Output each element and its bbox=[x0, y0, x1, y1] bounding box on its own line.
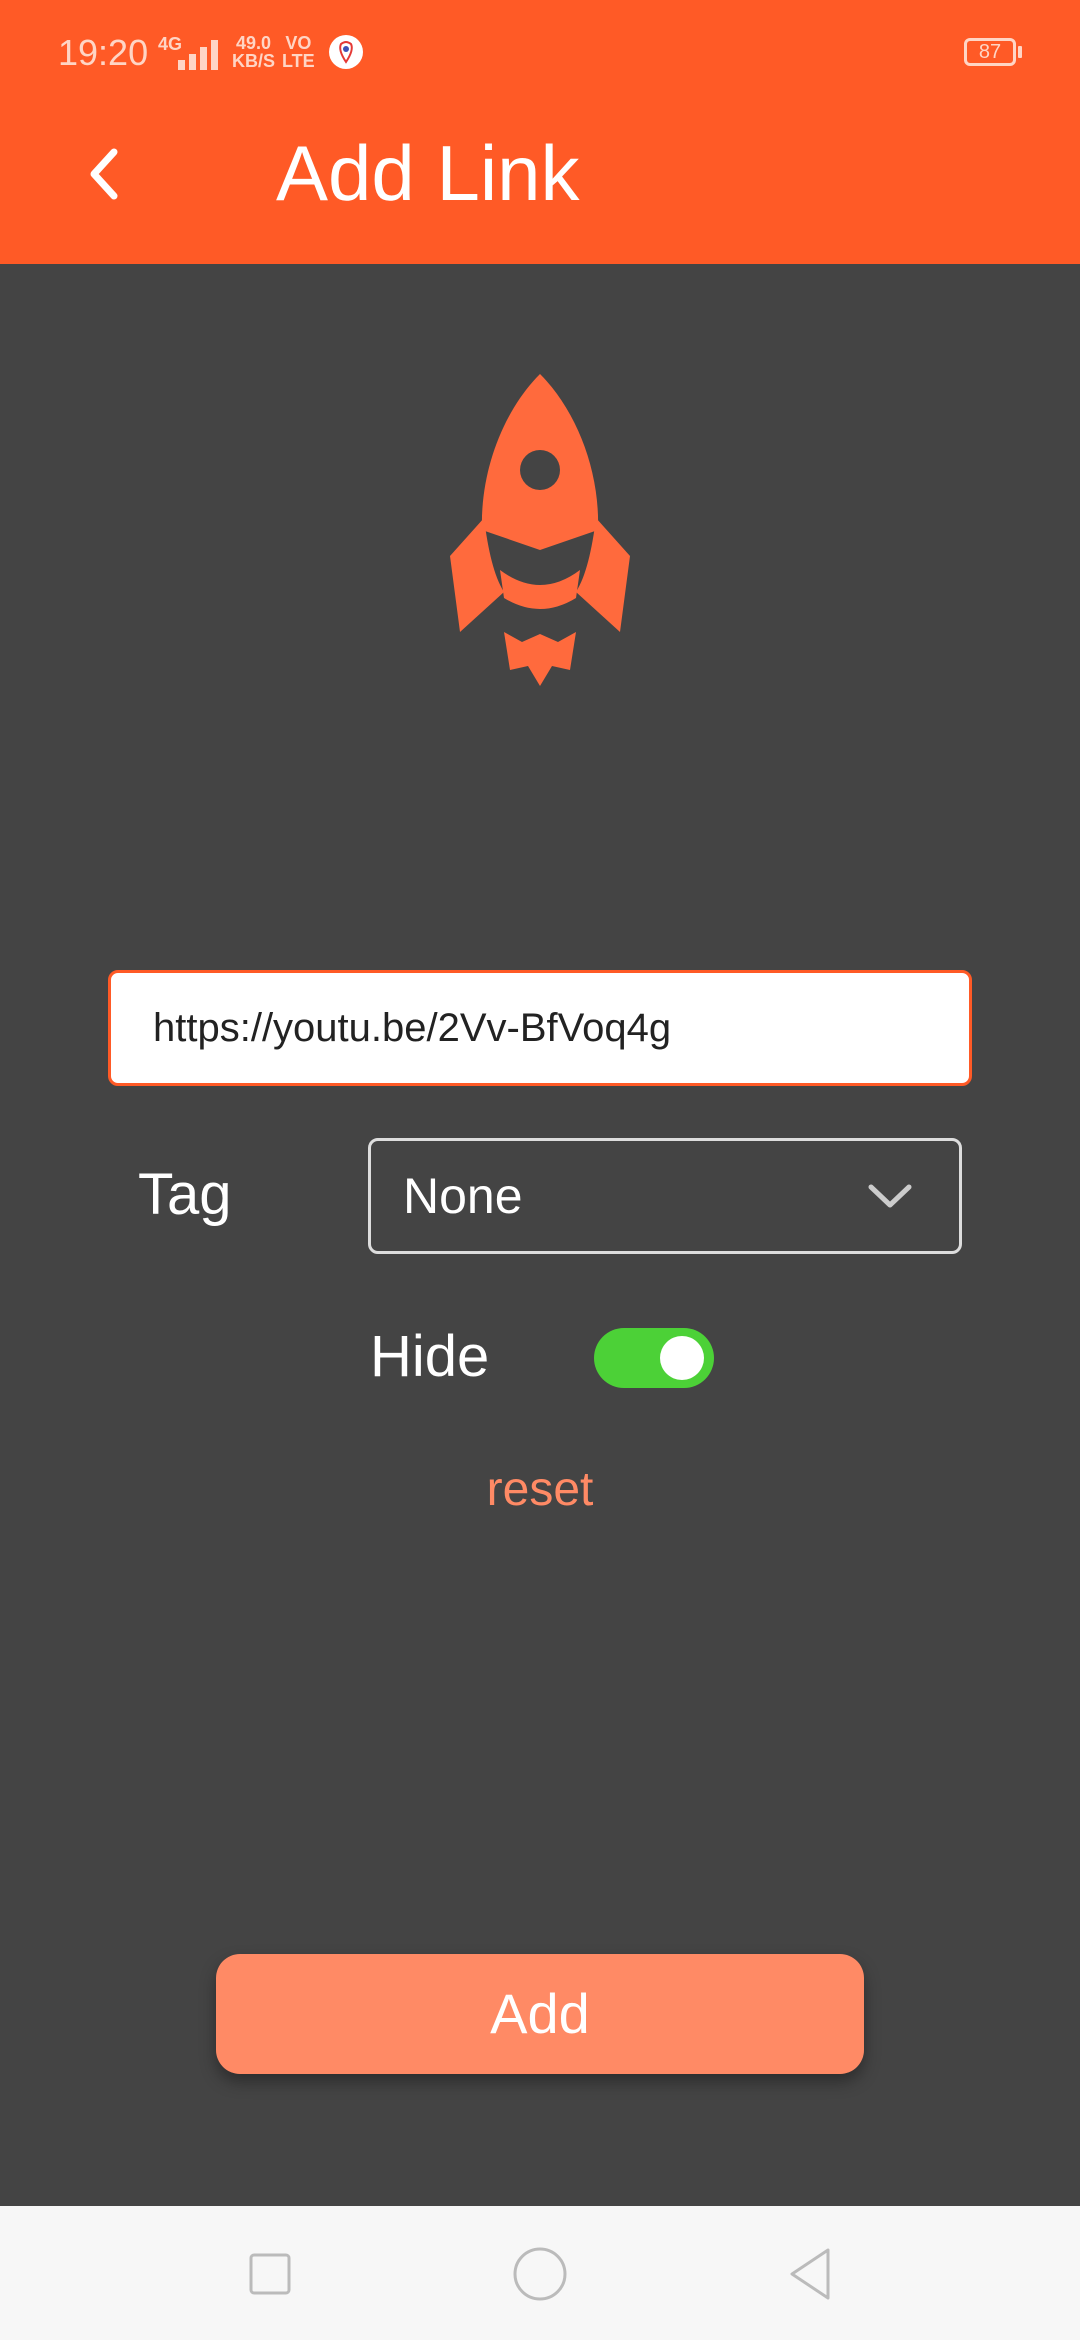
tag-label: Tag bbox=[138, 1162, 232, 1227]
status-time: 19:20 bbox=[58, 32, 149, 73]
hide-toggle[interactable] bbox=[594, 1328, 714, 1388]
battery-nub bbox=[1018, 46, 1022, 58]
home-icon[interactable] bbox=[510, 2244, 570, 2304]
hide-label: Hide bbox=[370, 1324, 490, 1389]
tag-dropdown-value: None bbox=[403, 1168, 523, 1224]
chevron-left-icon bbox=[90, 148, 118, 200]
tag-dropdown[interactable]: None bbox=[368, 1138, 962, 1254]
system-nav-bar bbox=[0, 2206, 1080, 2340]
volte-bottom: LTE bbox=[282, 51, 315, 71]
net-speed-value: 49.0 bbox=[235, 33, 272, 53]
notification-app-icon bbox=[329, 35, 363, 69]
volte-indicator: VO LTE bbox=[282, 34, 315, 70]
back-button[interactable] bbox=[76, 134, 140, 214]
add-button[interactable]: Add bbox=[216, 1954, 864, 2074]
url-input[interactable] bbox=[108, 970, 972, 1086]
signal-bars-icon bbox=[178, 40, 218, 70]
rocket-icon bbox=[450, 374, 630, 686]
net-speed: 49.0 KB/S bbox=[232, 34, 275, 70]
reset-link[interactable]: reset bbox=[0, 1460, 1080, 1520]
net-speed-unit: KB/S bbox=[232, 51, 276, 71]
app-bar: 19:20 4G 49.0 KB/S VO LTE 87 Add Link bbox=[0, 0, 1080, 264]
chevron-down-icon bbox=[868, 1184, 912, 1208]
status-bar: 19:20 4G 49.0 KB/S VO LTE 87 bbox=[0, 0, 1080, 100]
back-icon[interactable] bbox=[780, 2244, 840, 2304]
page-title: Add Link bbox=[276, 129, 580, 217]
battery-indicator: 87 bbox=[964, 38, 1016, 66]
volte-top: VO bbox=[285, 33, 312, 53]
toggle-knob bbox=[660, 1336, 704, 1380]
recent-apps-icon[interactable] bbox=[240, 2244, 300, 2304]
